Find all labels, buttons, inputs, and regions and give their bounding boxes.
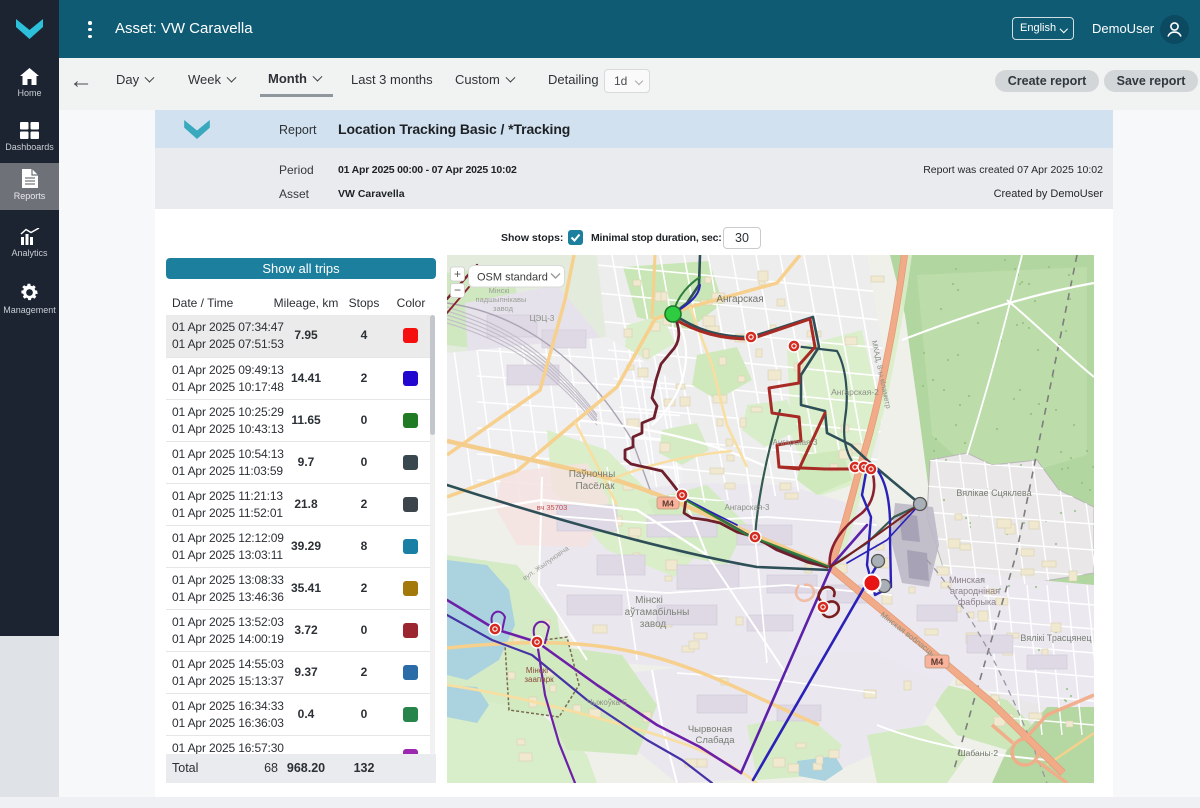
svg-text:M4: M4 bbox=[662, 499, 674, 509]
svg-text:M4: M4 bbox=[931, 657, 944, 667]
svg-text:Вялікі Трасцянец: Вялікі Трасцянец bbox=[1020, 633, 1091, 643]
svg-text:Минская: Минская bbox=[949, 575, 985, 585]
svg-text:Вялікае Сцяклева: Вялікае Сцяклева bbox=[956, 488, 1031, 498]
svg-text:Ангарская: Ангарская bbox=[716, 294, 763, 305]
svg-text:Пасёлак: Пасёлак bbox=[575, 481, 615, 492]
svg-text:−: − bbox=[454, 283, 461, 297]
svg-text:Слабада: Слабада bbox=[695, 735, 735, 746]
svg-text:Паўночны: Паўночны bbox=[569, 468, 616, 480]
svg-text:Чырвоная: Чырвоная bbox=[688, 724, 732, 735]
svg-text:Чыжоўка-5: Чыжоўка-5 bbox=[587, 698, 628, 707]
svg-text:завод: завод bbox=[640, 619, 667, 630]
svg-text:Ангарская-3: Ангарская-3 bbox=[773, 438, 819, 447]
svg-text:заапарк: заапарк bbox=[524, 675, 554, 684]
svg-text:падшыпнікавы: падшыпнікавы bbox=[476, 295, 527, 304]
svg-text:OSM standard: OSM standard bbox=[477, 272, 548, 284]
svg-text:аўтамабільны: аўтамабільны bbox=[625, 606, 690, 618]
svg-text:фабрыка: фабрыка bbox=[958, 597, 996, 607]
svg-text:завод: завод bbox=[493, 304, 514, 313]
svg-text:Ангарская-3: Ангарская-3 bbox=[725, 503, 771, 512]
svg-text:Ангарская-2: Ангарская-2 bbox=[831, 387, 879, 397]
svg-text:+: + bbox=[454, 267, 461, 281]
svg-text:Шабаны-2: Шабаны-2 bbox=[958, 748, 999, 758]
svg-text:вч 35703: вч 35703 bbox=[537, 503, 568, 512]
svg-text:ЦЭЦ-3: ЦЭЦ-3 bbox=[530, 314, 555, 323]
svg-text:агародніная: агародніная bbox=[950, 586, 1000, 596]
svg-text:Мінскі: Мінскі bbox=[635, 595, 663, 606]
svg-text:Мінскі: Мінскі bbox=[526, 666, 548, 675]
